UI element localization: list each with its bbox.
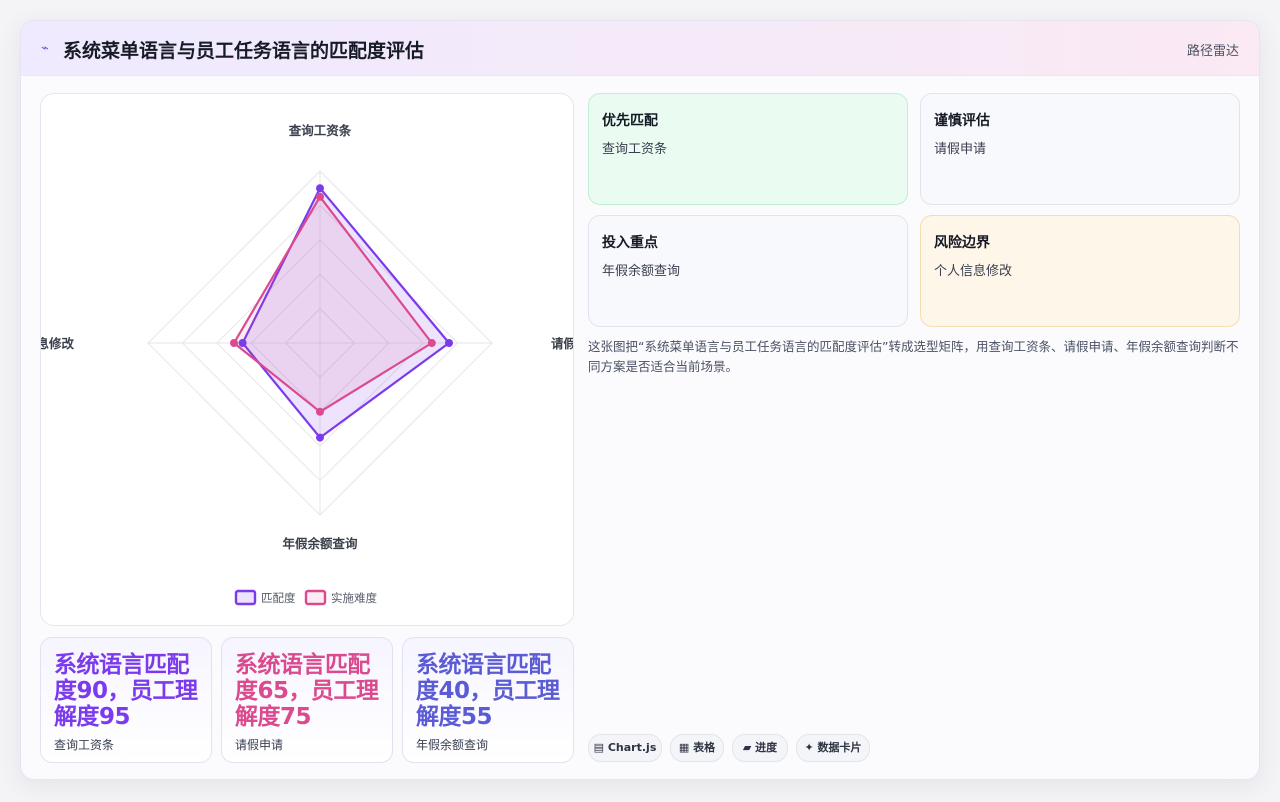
stat-label: 请假申请 [235,738,284,752]
stat-card-2: 系统语言匹配度65，员工理解度75 请假申请 [221,637,393,763]
card-header: ⌁ 系统菜单语言与员工任务语言的匹配度评估 路径雷达 [21,21,1259,76]
progress-icon: ▰ [742,741,752,754]
chip-data-cards[interactable]: ✦ 数据卡片 [796,734,870,762]
chip-label: 进度 [755,741,778,754]
axis-label: 查询工资条 [288,123,352,138]
series-area [232,195,433,413]
evaluation-card: ⌁ 系统菜单语言与员工任务语言的匹配度评估 路径雷达 查询工资条请假申请年假余额… [20,20,1260,780]
matrix-cell-priority: 优先匹配 查询工资条 [588,93,908,205]
stat-value: 系统语言匹配度40，员工理解度55 [416,652,560,730]
stat-card-1: 系统语言匹配度90，员工理解度95 查询工资条 [40,637,212,763]
axis-label: 个人信息修改 [41,336,74,351]
matrix-cell-investment: 投入重点 年假余额查询 [588,215,908,327]
stat-label: 年假余额查询 [416,738,489,752]
stat-card-3: 系统语言匹配度40，员工理解度55 年假余额查询 [402,637,574,763]
chart-description: 这张图把“系统菜单语言与员工任务语言的匹配度评估”转成选型矩阵，用查询工资条、请… [588,339,1239,374]
chip-label: Chart.js [607,741,657,754]
chip-progress[interactable]: ▰ 进度 [732,734,788,762]
matrix-cell-caution: 谨慎评估 请假申请 [920,93,1240,205]
table-icon: ▦ [678,741,690,754]
series-point [316,184,324,193]
chip-label: 数据卡片 [817,741,862,754]
axis-label: 请假申请 [551,336,573,351]
chip-table[interactable]: ▦ 表格 [670,734,724,762]
series-point [230,339,238,347]
matrix-value: 查询工资条 [602,142,668,157]
matrix-title: 风险边界 [934,235,990,251]
matrix-value: 年假余额查询 [602,264,681,279]
stat-label: 查询工资条 [54,738,115,752]
stat-value: 系统语言匹配度65，员工理解度75 [235,652,379,730]
axis-label: 年假余额查询 [282,536,358,551]
matrix-title: 投入重点 [602,235,658,251]
radar-chart-panel: 查询工资条请假申请年假余额查询 个人信息修改匹配度 实施难度 [40,93,574,626]
legend-swatch [304,589,327,606]
sparkle-icon: ✦ [804,741,814,754]
series-point [238,339,247,347]
legend-label: 实施难度 [331,591,377,605]
legend-swatch [234,589,257,606]
radar-chart: 查询工资条请假申请年假余额查询 个人信息修改匹配度 实施难度 [41,123,573,606]
series-point [316,192,324,201]
legend-label: 匹配度 [261,591,296,605]
series-point [445,339,453,347]
chip-label: 表格 [693,741,716,754]
pulse-icon: ⌁ [41,41,49,56]
series-point [316,407,324,416]
series-point [427,339,436,347]
stat-value: 系统语言匹配度90，员工理解度95 [54,652,198,730]
chart-icon: ▤ [593,741,605,754]
chip-chartjs[interactable]: ▤ Chart.js [588,734,662,762]
matrix-cell-risk: 风险边界 个人信息修改 [920,215,1240,327]
page-title: 系统菜单语言与员工任务语言的匹配度评估 [63,40,425,62]
matrix-value: 个人信息修改 [934,264,1013,279]
matrix-title: 谨慎评估 [934,113,990,129]
series-point [316,433,324,442]
matrix-title: 优先匹配 [602,113,658,129]
matrix-value: 请假申请 [934,142,987,157]
view-tag[interactable]: 路径雷达 [1187,40,1239,59]
